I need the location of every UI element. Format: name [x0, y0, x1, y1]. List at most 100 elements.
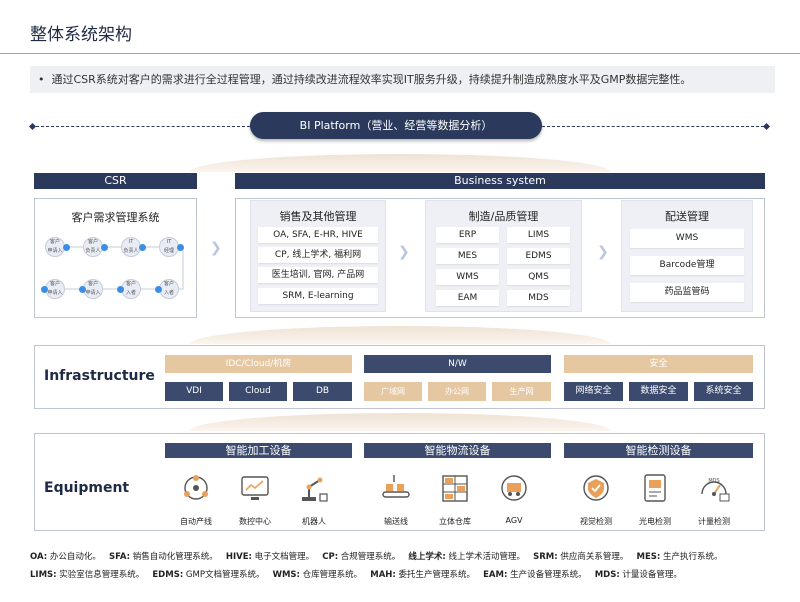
csr-to-business-arrow-icon: ❯: [210, 240, 222, 256]
csr-flow-node: 客户 申请入: [83, 279, 103, 299]
csr-flow-node: IT 经理: [159, 237, 179, 257]
sales-item: OA, SFA, E-HR, HIVE: [258, 227, 378, 243]
mds-icon-text: MDS: [708, 478, 719, 484]
infra-group-header: 安全: [564, 355, 753, 373]
legend-value: 销售自动化管理系统。: [130, 552, 218, 562]
legend-value: 仓库管理系统。: [299, 570, 363, 580]
warehouse-rack-icon: [442, 475, 468, 502]
legend-value: 实验室信息管理系统。: [56, 570, 145, 580]
legend-line-1: OA: 办公自动化。 SFA: 销售自动化管理系统。 HIVE: 电子文档管理。…: [30, 550, 722, 562]
legend-key: LIMS:: [30, 570, 57, 580]
csr-flow-dot: [139, 244, 146, 251]
infra-group-header: IDC/Cloud/机房: [165, 355, 352, 373]
legend-key: MES:: [636, 552, 661, 562]
equipment-item-label: 计量检测: [698, 517, 730, 526]
legend-value: 电子文档管理。: [251, 552, 315, 562]
mfg-item: MES: [436, 248, 499, 264]
csr-flow-dot: [101, 244, 108, 251]
csr-flow-dot: [41, 286, 48, 293]
bi-platform-pill: BI Platform（营业、经营等数据分析）: [250, 112, 542, 139]
equipment-item-label: 自动产线: [180, 517, 212, 526]
infra-item: 广域网: [364, 382, 422, 401]
legend-value: 供应商关系管理。: [557, 552, 629, 562]
infra-group-header: N/W: [364, 355, 551, 373]
infra-item: 数据安全: [629, 382, 688, 401]
equipment-item-label: 机器人: [302, 517, 326, 526]
legend-value: 生产设备管理系统。: [507, 570, 587, 580]
legend-line-2: LIMS: 实验室信息管理系统。 EDMS: GMP文档管理系统。 WMS: 仓…: [30, 568, 682, 580]
equipment-item-label: 光电检测: [639, 517, 671, 526]
legend-key: EAM:: [483, 570, 508, 580]
csr-flow-node: 客户 入者: [159, 279, 179, 299]
delivery-item: WMS: [630, 229, 744, 248]
csr-flow-diagram: [53, 246, 184, 290]
conveyor-icon: [382, 475, 410, 498]
mfg-item: ERP: [436, 227, 499, 243]
left-dashed-line: [36, 126, 250, 127]
csr-flow-dot: [79, 286, 86, 293]
legend-key: SFA:: [108, 552, 131, 562]
manufacturing-title: 制造/品质管理: [468, 210, 539, 223]
csr-flow-dot: [117, 286, 124, 293]
csr-flow-dot: [63, 244, 70, 251]
infra-item: 办公网: [428, 382, 486, 401]
intro-text: 通过CSR系统对客户的需求进行全过程管理，通过持续改进流程效率实现IT服务升级，…: [51, 73, 692, 86]
legend-key: OA:: [30, 552, 48, 562]
mfg-item: MDS: [507, 290, 570, 306]
infra-item: 生产网: [492, 382, 551, 401]
legend-key: SRM:: [533, 552, 558, 562]
mfg-item: EDMS: [507, 248, 570, 264]
cnc-center-icon: [241, 476, 269, 500]
intro-box: • 通过CSR系统对客户的需求进行全过程管理，通过持续改进流程效率实现IT服务升…: [30, 66, 775, 93]
csr-flow-node: 客户 入者: [121, 279, 141, 299]
legend-key: EDMS:: [152, 570, 184, 580]
csr-header: CSR: [34, 173, 197, 189]
legend-key: WMS:: [272, 570, 300, 580]
sales-to-mfg-arrow-icon: ❯: [398, 244, 410, 260]
legend-key: CP:: [322, 552, 339, 562]
equipment-group-header: 智能物流设备: [364, 443, 551, 458]
delivery-item: 药品监管码: [630, 283, 744, 302]
mfg-item: LIMS: [507, 227, 570, 243]
legend-value: GMP文档管理系统。: [183, 570, 265, 580]
legend-key: MAH:: [370, 570, 396, 580]
sales-item: CP, 线上学术, 福利网: [258, 247, 378, 263]
production-line-icon: [184, 475, 208, 500]
legend-key: HIVE:: [225, 552, 252, 562]
legend-value: 委托生产管理系统。: [395, 570, 476, 580]
infra-item: 系统安全: [694, 382, 753, 401]
lower-arc: [190, 413, 610, 431]
legend-key: 线上学术:: [408, 552, 446, 562]
infrastructure-title: Infrastructure: [44, 368, 155, 384]
agv-icon: [501, 475, 527, 501]
manufacturing-panel: 制造/品质管理 ERP LIMS MES EDMS WMS QMS EAM MD…: [425, 200, 582, 312]
middle-arc: [190, 326, 610, 344]
infra-item: Cloud: [229, 382, 287, 401]
infra-item: VDI: [165, 382, 223, 401]
photoelectric-inspection-icon: [644, 474, 666, 502]
legend-key: MDS:: [594, 570, 620, 580]
equipment-title: Equipment: [44, 480, 130, 496]
business-header: Business system: [235, 173, 765, 189]
csr-flow-node: 客户 申请入: [45, 279, 65, 299]
vision-inspection-icon: [583, 475, 609, 501]
legend-value: 生产执行系统。: [660, 552, 723, 562]
delivery-panel: 配送管理 WMS Barcode管理 药品监管码: [621, 200, 753, 312]
equipment-item-label: 视觉检测: [580, 517, 612, 526]
title-divider: [0, 53, 800, 54]
metrology-gauge-icon: MDS: [701, 478, 730, 502]
equipment-item-label: 输送线: [384, 517, 408, 526]
delivery-item: Barcode管理: [630, 256, 744, 275]
legend-value: 办公自动化。: [47, 552, 101, 562]
infra-item: 网络安全: [564, 382, 623, 401]
equipment-group-header: 智能加工设备: [165, 443, 352, 458]
mfg-to-delivery-arrow-icon: ❯: [597, 244, 609, 260]
csr-panel: 客户需求管理系统 客户 申请入 客户 负责人 IT 负责人 IT 经理 客户 申…: [34, 198, 197, 318]
right-diamond-icon: [762, 122, 771, 131]
top-arc: [190, 154, 610, 172]
sales-panel: 销售及其他管理 OA, SFA, E-HR, HIVE CP, 线上学术, 福利…: [250, 200, 386, 312]
equipment-group-header: 智能检测设备: [564, 443, 753, 458]
page-title: 整体系统架构: [30, 25, 132, 45]
equipment-item-label: 数控中心: [239, 517, 271, 526]
sales-item: 医生培训, 官网, 产品网: [258, 267, 378, 283]
